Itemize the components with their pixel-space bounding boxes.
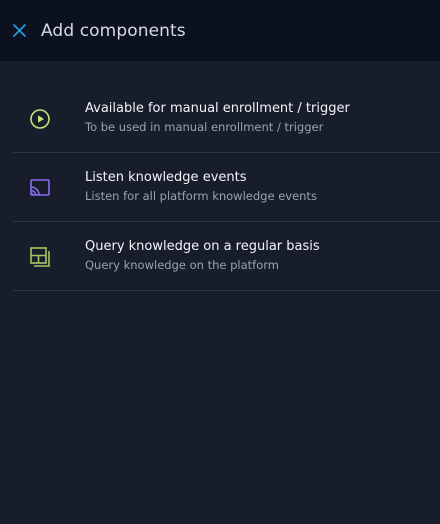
panel-title: Add components: [41, 20, 186, 41]
add-components-panel: Add components Available for manual enro…: [0, 0, 440, 524]
component-name: Available for manual enrollment / trigge…: [85, 101, 350, 116]
cast-stream-icon: [30, 179, 50, 196]
component-texts: Listen knowledge events Listen for all p…: [85, 169, 317, 205]
component-description: Query knowledge on the platform: [85, 258, 279, 272]
component-texts: Available for manual enrollment / trigge…: [85, 100, 350, 136]
components-list: Available for manual enrollment / trigge…: [13, 84, 440, 291]
component-texts: Query knowledge on a regular basis Query…: [85, 238, 320, 274]
play-circle-icon: [30, 109, 50, 129]
close-button[interactable]: [11, 23, 27, 39]
query-layout-icon: [30, 247, 50, 267]
component-item-query-regular[interactable]: Query knowledge on a regular basis Query…: [13, 222, 440, 291]
close-icon: [12, 24, 26, 37]
component-item-listen-events[interactable]: Listen knowledge events Listen for all p…: [13, 153, 440, 222]
panel-header: Add components: [0, 0, 440, 61]
component-item-manual-trigger[interactable]: Available for manual enrollment / trigge…: [13, 84, 440, 153]
component-description: Listen for all platform knowledge events: [85, 189, 317, 203]
component-name: Query knowledge on a regular basis: [85, 239, 320, 254]
component-description: To be used in manual enrollment / trigge…: [85, 120, 324, 134]
component-name: Listen knowledge events: [85, 170, 247, 185]
